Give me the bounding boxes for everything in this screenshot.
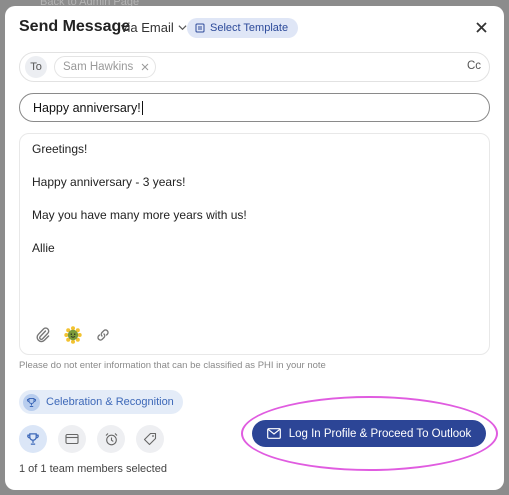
trophy-icon [27,433,39,445]
subject-input[interactable]: Happy anniversary! [19,93,490,122]
modal-title: Send Message [19,18,131,35]
subject-value: Happy anniversary! [33,100,141,115]
text-cursor [141,100,143,115]
card-icon [65,433,79,445]
close-button[interactable] [472,18,490,36]
phi-disclaimer: Please do not enter information that can… [19,360,326,371]
select-template-label: Select Template [210,22,289,34]
category-label: Celebration & Recognition [46,396,174,408]
message-toolbar [34,326,112,344]
login-proceed-outlook-button[interactable]: Log In Profile & Proceed To Outlook [252,420,486,447]
tag-icon [143,432,157,446]
message-line: Greetings! [32,142,88,156]
selection-count: 1 of 1 team members selected [19,463,167,475]
modal-header: Send Message via Email Select Template [19,16,490,42]
to-label: To [25,56,47,78]
paperclip-icon[interactable] [34,326,52,344]
cc-button[interactable]: Cc [467,60,481,72]
card-category-button[interactable] [58,425,86,453]
recipient-chip[interactable]: Sam Hawkins [54,56,157,78]
alarm-category-button[interactable] [97,425,125,453]
alarm-clock-icon [105,432,117,445]
category-chip[interactable]: Celebration & Recognition [19,390,183,414]
cta-label: Log In Profile & Proceed To Outlook [288,427,472,440]
template-icon [195,23,205,33]
tag-category-button[interactable] [136,425,164,453]
trophy-icon [23,393,40,411]
channel-dropdown[interactable]: via Email [121,20,187,35]
category-icon-bar [19,425,164,453]
close-icon [475,21,487,33]
sunflower-emoji-icon[interactable] [64,326,82,344]
message-line: Allie [32,241,55,255]
envelope-icon [266,428,281,439]
message-line: Happy anniversary - 3 years! [32,175,186,189]
recipient-name: Sam Hawkins [63,61,134,73]
message-body[interactable]: Greetings! Happy anniversary - 3 years! … [19,133,490,355]
chevron-down-icon [178,25,187,31]
message-line: May you have many more years with us! [32,208,247,222]
link-icon[interactable] [94,326,112,344]
send-message-modal: Send Message via Email Select Template T… [5,6,504,490]
select-template-button[interactable]: Select Template [187,18,299,38]
trophy-category-button[interactable] [19,425,47,453]
channel-label: via Email [121,20,174,35]
recipients-field[interactable]: To Sam Hawkins Cc [19,52,490,82]
remove-recipient-icon[interactable] [141,63,149,71]
